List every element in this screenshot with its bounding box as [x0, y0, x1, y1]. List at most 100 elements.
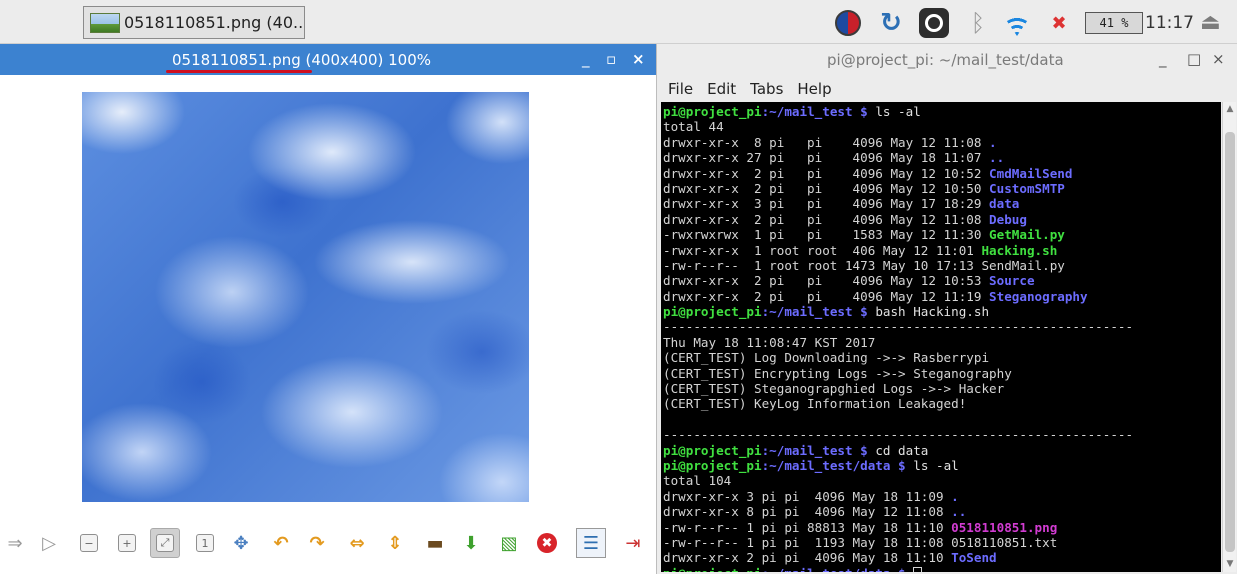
maximize-button[interactable]: ▫ [606, 50, 616, 68]
viewer-title-filename: 0518110851.png [172, 51, 301, 69]
rotate-left-icon[interactable]: ↶ [266, 528, 296, 558]
terminal-segment-img: 0518110851.png [951, 519, 1058, 535]
terminal-line: drwxr-xr-x 2 pi pi 4096 May 12 10:53 Sou… [663, 273, 1133, 288]
terminal-segment-path: :~/mail_test/data $ [762, 566, 914, 572]
terminal-segment-exec: GetMail.py [989, 227, 1065, 243]
terminal-segment-dir: Source [989, 273, 1035, 289]
terminal-lines: pi@project_pi:~/mail_test $ ls -al total … [663, 104, 1133, 572]
terminal-segment-path: :~/mail_test $ [761, 104, 876, 119]
bluetooth-icon[interactable]: ᛒ [963, 8, 993, 38]
terminal-line: ----------------------------------------… [663, 319, 1133, 334]
terminal-line: ----------------------------------------… [663, 427, 1133, 442]
terminal-segment-dir: data [989, 196, 1020, 212]
flip-vertical-icon[interactable]: ⇕ [380, 528, 410, 558]
zoom-out-icon[interactable]: − [74, 528, 104, 558]
fit-icon[interactable]: ⤢ [150, 528, 180, 558]
close-button[interactable]: × [1212, 50, 1225, 68]
terminal-segment-text: total 104 [663, 473, 732, 489]
terminal-menu-bar: File Edit Tabs Help [657, 75, 1237, 102]
terminal-line: drwxr-xr-x 3 pi pi 4096 May 18 11:09 . [663, 489, 1133, 504]
menu-edit[interactable]: Edit [707, 80, 736, 98]
terminal-segment-text: drwxr-xr-x 8 pi pi 4096 May 12 11:08 [663, 504, 952, 520]
terminal-segment-text: -rw-r--r-- 1 pi pi 1193 May 18 11:08 [663, 534, 952, 550]
terminal-segment-text: 0518110851.txt [951, 534, 1058, 550]
terminal-segment-dir: . [951, 488, 959, 504]
viewer-title: 0518110851.png (400x400) 100% [172, 51, 431, 69]
swirl-icon[interactable]: ↻ [876, 8, 906, 38]
terminal-segment-text: drwxr-xr-x 2 pi pi 4096 May 12 10:53 [663, 273, 990, 289]
wifi-icon[interactable] [1002, 8, 1032, 38]
terminal-line: drwxr-xr-x 2 pi pi 4096 May 12 11:19 Ste… [663, 289, 1133, 304]
terminal-segment-text: Thu May 18 11:08:47 KST 2017 [663, 334, 876, 350]
next-icon[interactable]: ▷ [34, 528, 64, 558]
menu-help[interactable]: Help [797, 80, 831, 98]
save-icon[interactable]: ⬇ [456, 528, 486, 558]
zoom-in-icon[interactable]: + [112, 528, 142, 558]
minimize-button[interactable]: _ [582, 50, 590, 68]
terminal-segment-text: -rw-r--r-- 1 pi pi 88813 May 18 11:10 [663, 519, 952, 535]
vnc-icon[interactable] [919, 8, 949, 38]
korean-input-icon[interactable] [833, 8, 863, 38]
terminal-title-bar[interactable]: pi@project_pi: ~/mail_test/data _ □ × [657, 44, 1237, 75]
close-button[interactable]: × [632, 50, 645, 68]
clock[interactable]: 11:17 [1145, 13, 1194, 33]
terminal-line: pi@project_pi:~/mail_test $ cd data [663, 443, 1133, 458]
image-file-icon [90, 12, 120, 33]
terminal-segment-text: -rwxrwxrwx 1 pi pi 1583 May 12 11:30 [663, 227, 990, 243]
flip-horizontal-icon[interactable]: ⇔ [342, 528, 372, 558]
scrollbar-thumb[interactable] [1225, 132, 1235, 552]
save-as-icon[interactable]: ▧ [494, 528, 524, 558]
taskbar-window-button[interactable]: 0518110851.png (40... [83, 6, 305, 39]
terminal-line: Thu May 18 11:08:47 KST 2017 [663, 335, 1133, 350]
terminal-segment-text: drwxr-xr-x 2 pi pi 4096 May 12 11:19 [663, 288, 990, 304]
open-icon[interactable]: ▬ [420, 528, 450, 558]
terminal-line: drwxr-xr-x 2 pi pi 4096 May 12 10:50 Cus… [663, 181, 1133, 196]
terminal-segment-path: :~/mail_test $ [761, 442, 876, 458]
terminal-line: pi@project_pi:~/mail_test/data $ ls -al [663, 458, 1133, 473]
terminal-line: total 44 [663, 119, 1133, 134]
terminal-segment-text: (CERT_TEST) KeyLog Information Leakaged! [663, 396, 967, 412]
scroll-up-icon[interactable]: ▲ [1223, 102, 1237, 116]
menu-file[interactable]: File [668, 80, 693, 98]
terminal-segment-dir: CustomSMTP [989, 180, 1065, 196]
terminal-segment-prompt: pi@project_pi [663, 442, 762, 458]
terminal-segment-text: SendMail.py [981, 257, 1065, 273]
terminal-segment-prompt: pi@project_pi [663, 457, 762, 473]
original-size-icon[interactable]: 1 [190, 528, 220, 558]
terminal-segment-prompt: pi@project_pi [663, 304, 762, 320]
terminal-segment-cmd: ls -al [913, 457, 959, 473]
taskbar-window-label: 0518110851.png (40... [124, 13, 305, 32]
terminal-segment-prompt: pi@project_pi [663, 566, 762, 572]
prev-icon[interactable]: ⇒ [0, 528, 30, 558]
terminal-segment-dir: .. [951, 504, 967, 520]
volume-muted-icon[interactable]: ✖ [1044, 8, 1074, 38]
scroll-down-icon[interactable]: ▼ [1223, 557, 1237, 571]
terminal-scrollbar[interactable]: ▲ ▼ [1222, 102, 1236, 572]
terminal-output[interactable]: pi@project_pi:~/mail_test $ ls -al total … [661, 102, 1221, 572]
maximize-button[interactable]: □ [1187, 50, 1201, 68]
terminal-line: (CERT_TEST) Encrypting Logs ->-> Stegano… [663, 366, 1133, 381]
delete-icon[interactable]: ✖ [532, 528, 562, 558]
terminal-title: pi@project_pi: ~/mail_test/data [827, 51, 1064, 69]
quit-icon[interactable]: ⇥ [618, 528, 648, 558]
rotate-right-icon[interactable]: ↷ [302, 528, 332, 558]
cpu-monitor[interactable]: 41 % [1085, 12, 1143, 34]
terminal-segment-text: drwxr-xr-x 2 pi pi 4096 May 12 10:52 [663, 165, 990, 181]
terminal-segment-text: drwxr-xr-x 3 pi pi 4096 May 18 11:09 [663, 488, 952, 504]
menu-tabs[interactable]: Tabs [750, 80, 783, 98]
terminal-line: drwxr-xr-x 8 pi pi 4096 May 12 11:08 . [663, 135, 1133, 150]
terminal-segment-text: -rwxr-xr-x 1 root root 406 May 12 11:01 [663, 242, 982, 258]
minimize-button[interactable]: _ [1159, 50, 1167, 68]
terminal-line: -rwxr-xr-x 1 root root 406 May 12 11:01 … [663, 243, 1133, 258]
terminal-line: drwxr-xr-x 8 pi pi 4096 May 12 11:08 .. [663, 504, 1133, 519]
terminal-segment-dir: Steganography [989, 288, 1088, 304]
eject-icon[interactable]: ⏏ [1200, 10, 1221, 35]
fullscreen-icon[interactable]: ✥ [226, 528, 256, 558]
terminal-line: drwxr-xr-x 2 pi pi 4096 May 12 11:08 Deb… [663, 212, 1133, 227]
terminal-segment-dir: Debug [989, 211, 1027, 227]
annotation-underline [166, 70, 312, 73]
preferences-icon[interactable]: ☰ [576, 528, 606, 558]
terminal-segment-text: drwxr-xr-x 27 pi pi 4096 May 18 11:07 [663, 150, 990, 166]
viewer-title-bar[interactable]: 0518110851.png (400x400) 100% _ ▫ × [0, 44, 656, 75]
terminal-segment-text: -rw-r--r-- 1 root root 1473 May 10 17:13 [663, 257, 982, 273]
